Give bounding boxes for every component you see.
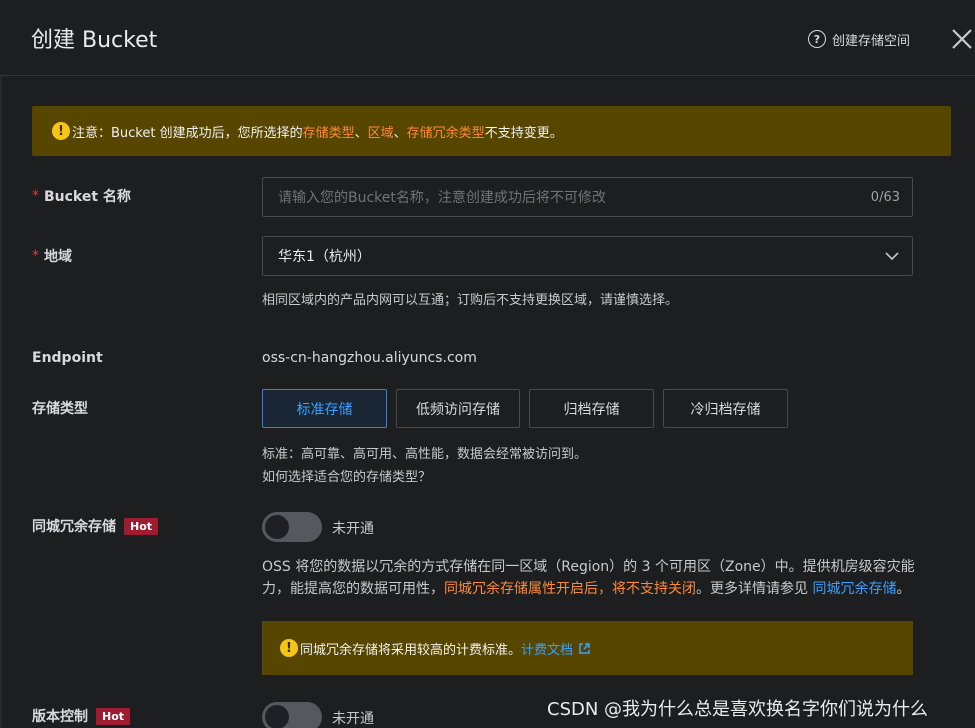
- notice-sep: 、: [354, 125, 368, 141]
- toggle-knob: [265, 705, 289, 728]
- help-link[interactable]: ? 创建存储空间: [808, 29, 910, 49]
- endpoint-value: oss-cn-hangzhou.aliyuncs.com: [262, 350, 477, 366]
- notice-link-storage-class[interactable]: 存储类型: [303, 122, 355, 141]
- close-icon[interactable]: [949, 26, 975, 52]
- zrs-desc-warning: 同城冗余存储属性开启后，将不支持关闭: [444, 581, 696, 597]
- zrs-status: 未开通: [332, 521, 374, 537]
- zrs-label: 同城冗余存储 Hot: [32, 516, 159, 536]
- required-mark: *: [32, 248, 39, 264]
- bucket-name-placeholder: 请输入您的Bucket名称，注意创建成功后将不可修改: [278, 190, 606, 206]
- bucket-name-input[interactable]: 请输入您的Bucket名称，注意创建成功后将不可修改 0/63: [262, 177, 913, 217]
- endpoint-label: Endpoint: [32, 350, 103, 366]
- storage-class-desc: 标准：高可靠、高可用、高性能，数据会经常被访问到。: [262, 447, 588, 462]
- zrs-billing-text: 同城冗余存储将采用较高的计费标准。: [300, 642, 522, 658]
- char-counter: 0/63: [870, 189, 900, 205]
- dialog-header: 创建 Bucket ? 创建存储空间: [0, 0, 975, 76]
- storage-class-label: 存储类型: [32, 401, 88, 417]
- versioning-label-text: 版本控制: [32, 709, 88, 725]
- storage-option-standard[interactable]: 标准存储: [262, 389, 387, 428]
- bucket-name-label: * Bucket 名称: [32, 186, 131, 206]
- notice-suffix: 不支持变更。: [484, 125, 563, 141]
- storage-option-ia[interactable]: 低频访问存储: [396, 389, 520, 428]
- watermark: CSDN @我为什么总是喜欢换名字你们说为什么: [547, 699, 929, 720]
- help-link-label: 创建存储空间: [832, 33, 911, 49]
- hot-badge: Hot: [96, 707, 131, 725]
- notice-link-region[interactable]: 区域: [368, 122, 394, 141]
- question-circle-icon: ?: [808, 30, 826, 48]
- zrs-billing-notice: ! 同城冗余存储将采用较高的计费标准。 计费文档: [262, 621, 913, 675]
- storage-option-cold-archive[interactable]: 冷归档存储: [663, 389, 788, 428]
- zrs-desc-end: 。: [896, 581, 911, 597]
- versioning-toggle[interactable]: [262, 702, 322, 728]
- external-link-icon[interactable]: [578, 642, 591, 655]
- notice-link-redundancy[interactable]: 存储冗余类型: [407, 122, 485, 141]
- storage-class-guide-link[interactable]: 如何选择适合您的存储类型？: [262, 466, 431, 485]
- versioning-label: 版本控制 Hot: [32, 706, 131, 726]
- zrs-desc-part2: 。更多详情请参见: [696, 581, 813, 597]
- region-help: 相同区域内的产品内网可以互通；订购后不支持更换区域，请谨慎选择。: [262, 293, 679, 308]
- zrs-doc-link[interactable]: 同城冗余存储: [812, 581, 896, 597]
- chevron-down-icon: [885, 252, 899, 261]
- left-edge: [0, 76, 2, 728]
- zrs-toggle[interactable]: [262, 512, 322, 542]
- page-title: 创建 Bucket: [31, 28, 158, 53]
- notice-prefix: 注意：Bucket 创建成功后，您所选择的: [72, 125, 303, 141]
- warning-icon: !: [52, 122, 70, 140]
- zrs-label-text: 同城冗余存储: [32, 519, 116, 535]
- region-selected-value: 华东1（杭州）: [278, 249, 371, 265]
- warning-icon: !: [280, 639, 298, 657]
- bucket-name-label-text: Bucket 名称: [44, 189, 131, 205]
- hot-badge: Hot: [124, 517, 159, 535]
- versioning-status: 未开通: [332, 711, 374, 727]
- storage-option-archive[interactable]: 归档存储: [529, 389, 654, 428]
- region-select[interactable]: 华东1（杭州）: [262, 236, 913, 276]
- region-label-text: 地域: [44, 249, 72, 265]
- billing-doc-link[interactable]: 计费文档: [521, 639, 573, 658]
- zrs-description: OSS 将您的数据以冗余的方式存储在同一区域（Region）的 3 个可用区（Z…: [262, 556, 922, 600]
- region-label: * 地域: [32, 246, 72, 266]
- toggle-knob: [265, 515, 289, 539]
- notice-sep: 、: [393, 125, 407, 141]
- change-warning-banner: ! 注意：Bucket 创建成功后，您所选择的 存储类型 、 区域 、 存储冗余…: [32, 106, 951, 156]
- required-mark: *: [32, 188, 39, 204]
